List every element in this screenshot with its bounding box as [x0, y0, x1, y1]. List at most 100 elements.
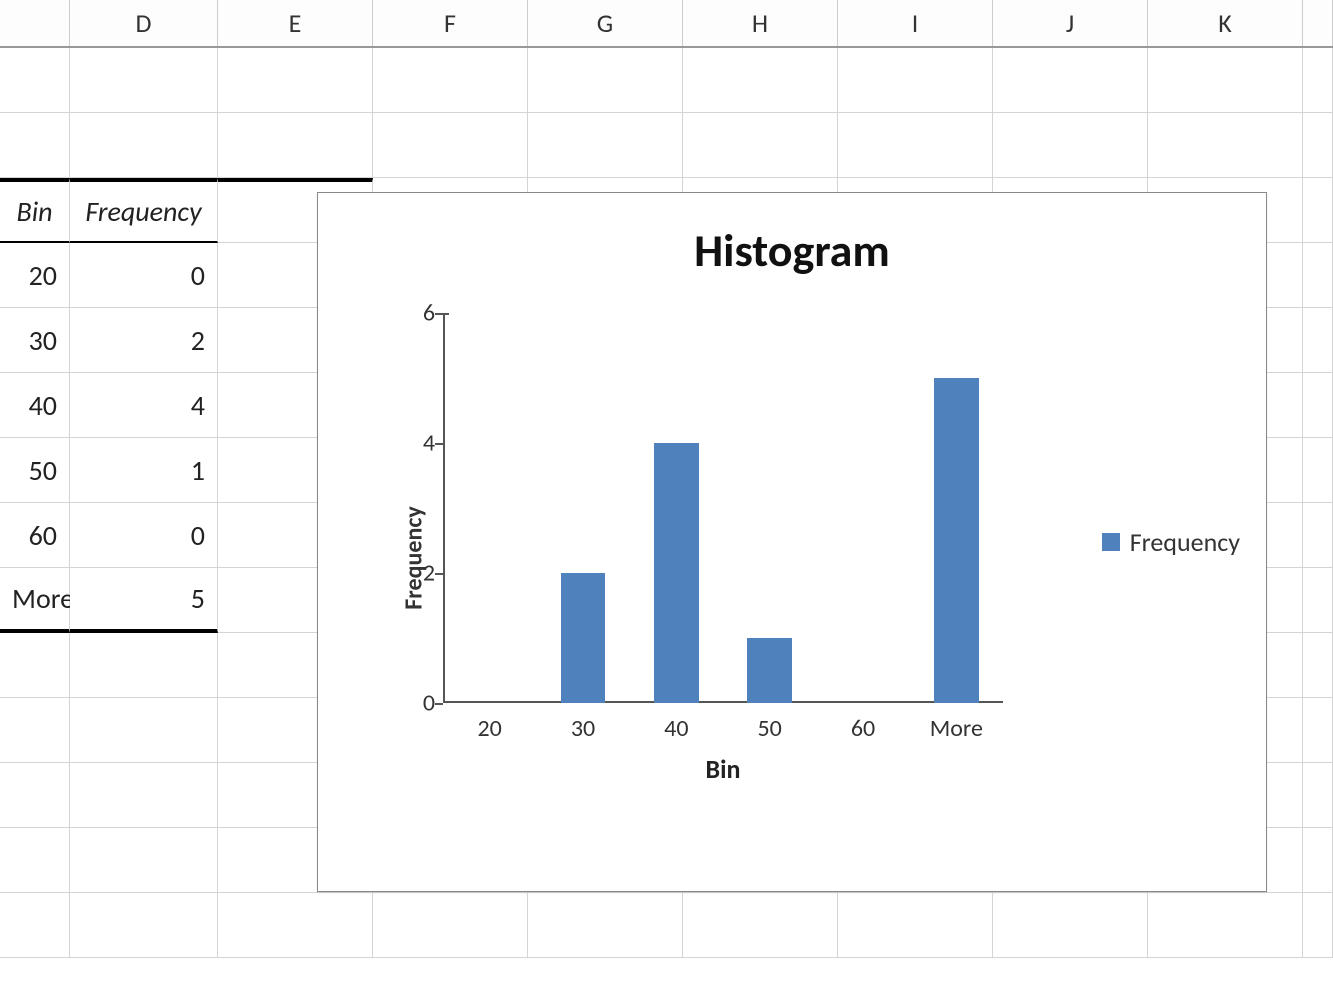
- x-axis: [443, 701, 1003, 703]
- cell[interactable]: [1303, 48, 1333, 113]
- cell-freq[interactable]: 4: [70, 373, 218, 438]
- cell[interactable]: [838, 893, 993, 958]
- cell[interactable]: [528, 893, 683, 958]
- cell[interactable]: [993, 893, 1148, 958]
- embedded-chart[interactable]: Histogram Frequency Bin 02462030405060Mo…: [317, 192, 1267, 892]
- cell[interactable]: [1303, 503, 1333, 568]
- cell[interactable]: [70, 113, 218, 178]
- x-tick-label: 50: [757, 714, 781, 743]
- y-tick-label: 0: [405, 689, 435, 718]
- cell[interactable]: [1303, 633, 1333, 698]
- cell-bin[interactable]: 30: [0, 308, 70, 373]
- cell[interactable]: [1303, 243, 1333, 308]
- cell[interactable]: [1303, 828, 1333, 893]
- cell[interactable]: [70, 828, 218, 893]
- cell[interactable]: [373, 113, 528, 178]
- cell-bin[interactable]: 50: [0, 438, 70, 503]
- y-tick: [435, 443, 443, 445]
- cell-bin[interactable]: 60: [0, 503, 70, 568]
- cell[interactable]: [70, 763, 218, 828]
- x-axis-label: Bin: [706, 753, 741, 785]
- cell[interactable]: [1303, 178, 1333, 243]
- cell[interactable]: [1303, 763, 1333, 828]
- column-header-k[interactable]: K: [1148, 0, 1303, 46]
- row-empty: [0, 893, 1333, 958]
- x-tick-label: More: [930, 714, 983, 743]
- y-tick-label: 2: [405, 559, 435, 588]
- column-header-f[interactable]: F: [373, 0, 528, 46]
- column-header-rest[interactable]: [1303, 0, 1333, 46]
- cell[interactable]: [683, 893, 838, 958]
- cell[interactable]: [0, 763, 70, 828]
- cell[interactable]: [683, 48, 838, 113]
- column-header-i[interactable]: I: [838, 0, 993, 46]
- bar: [934, 378, 979, 703]
- cell[interactable]: [0, 113, 70, 178]
- cell[interactable]: [1303, 568, 1333, 633]
- cell-bin[interactable]: 40: [0, 373, 70, 438]
- column-header-d[interactable]: D: [70, 0, 218, 46]
- cell[interactable]: [218, 893, 373, 958]
- column-header-j[interactable]: J: [993, 0, 1148, 46]
- cell[interactable]: [1303, 113, 1333, 178]
- cell[interactable]: [0, 828, 70, 893]
- cell[interactable]: [0, 698, 70, 763]
- column-header-g[interactable]: G: [528, 0, 683, 46]
- cell-freq[interactable]: 2: [70, 308, 218, 373]
- cell[interactable]: [1148, 113, 1303, 178]
- cell[interactable]: [0, 48, 70, 113]
- cell-freq[interactable]: 5: [70, 568, 218, 633]
- cell-freq[interactable]: 1: [70, 438, 218, 503]
- cell[interactable]: [838, 113, 993, 178]
- x-tick-label: 20: [477, 714, 501, 743]
- cell[interactable]: [70, 48, 218, 113]
- cell[interactable]: [70, 893, 218, 958]
- legend: Frequency: [1102, 526, 1240, 558]
- x-tick-label: 30: [571, 714, 595, 743]
- cell[interactable]: [1303, 698, 1333, 763]
- column-header-h[interactable]: H: [683, 0, 838, 46]
- cell[interactable]: [1303, 373, 1333, 438]
- cell[interactable]: [373, 48, 528, 113]
- column-header-partial[interactable]: [0, 0, 70, 46]
- x-tick-label: 40: [664, 714, 688, 743]
- plot-area: Bin 02462030405060More: [443, 313, 1003, 703]
- cell-freq[interactable]: 0: [70, 503, 218, 568]
- legend-swatch-icon: [1102, 533, 1120, 551]
- cell[interactable]: [70, 698, 218, 763]
- cell-bin[interactable]: More: [0, 568, 70, 633]
- cell[interactable]: [218, 48, 373, 113]
- cell[interactable]: [528, 48, 683, 113]
- row-empty: [0, 113, 1333, 178]
- cell-freq[interactable]: 0: [70, 243, 218, 308]
- cell[interactable]: [683, 113, 838, 178]
- cell[interactable]: [993, 113, 1148, 178]
- cell[interactable]: [373, 893, 528, 958]
- cell[interactable]: [70, 633, 218, 698]
- chart-title: Histogram: [318, 223, 1266, 279]
- y-tick-label: 6: [405, 299, 435, 328]
- cell[interactable]: [1148, 48, 1303, 113]
- cell-bin[interactable]: 20: [0, 243, 70, 308]
- legend-label: Frequency: [1130, 526, 1240, 558]
- y-tick-label: 4: [405, 429, 435, 458]
- cell[interactable]: [218, 113, 373, 178]
- cell[interactable]: [0, 893, 70, 958]
- cell[interactable]: [1303, 308, 1333, 373]
- cell[interactable]: [993, 48, 1148, 113]
- column-header-e[interactable]: E: [218, 0, 373, 46]
- x-tick-label: 60: [851, 714, 875, 743]
- cell-bin-header[interactable]: Bin: [0, 178, 70, 243]
- cell-freq-header[interactable]: Frequency: [70, 178, 218, 243]
- bar: [747, 638, 792, 703]
- bar: [654, 443, 699, 703]
- cell[interactable]: [1148, 893, 1303, 958]
- y-tick: [435, 703, 443, 705]
- cell[interactable]: [1303, 438, 1333, 503]
- cell[interactable]: [0, 633, 70, 698]
- cell[interactable]: [1303, 893, 1333, 958]
- y-tick: [435, 573, 443, 575]
- cell[interactable]: [528, 113, 683, 178]
- plot-wrap: Frequency Bin 02462030405060More: [368, 303, 1038, 813]
- cell[interactable]: [838, 48, 993, 113]
